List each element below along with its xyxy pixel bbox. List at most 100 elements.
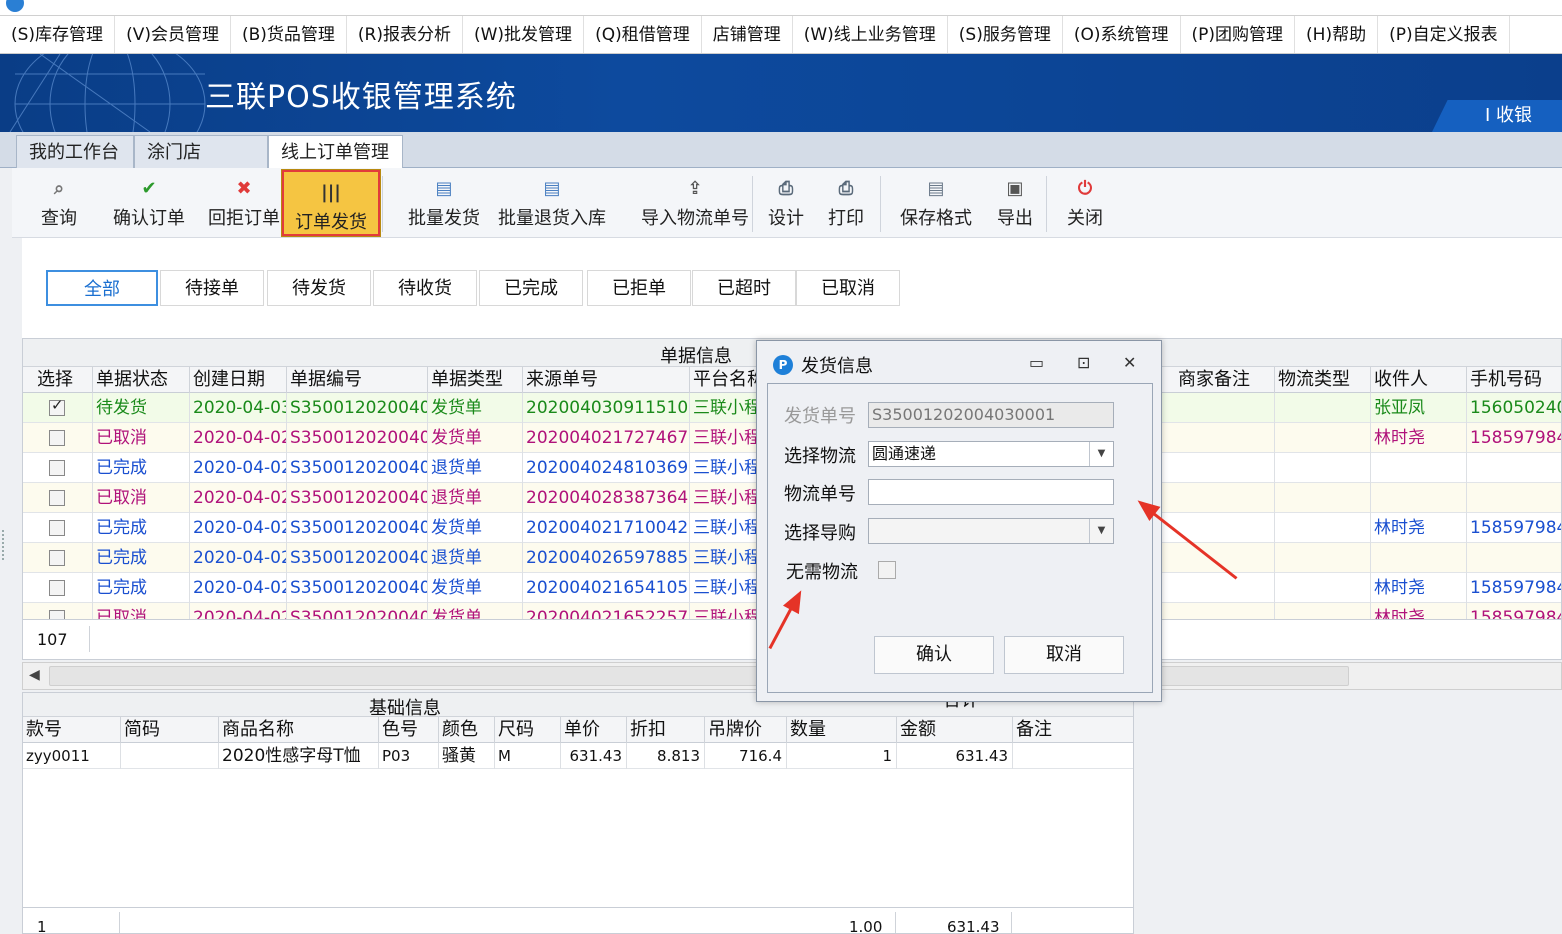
column-header[interactable]: 尺码 [495,717,561,743]
column-header[interactable]: 单据编号 [287,367,428,393]
scroll-left-icon[interactable]: ◀ [29,667,40,683]
save-format-button[interactable]: ▤ 保存格式 [890,168,982,238]
column-header[interactable]: 色号 [379,717,439,743]
row-checkbox[interactable] [49,490,65,506]
close-icon[interactable]: ✕ [1123,353,1136,372]
column-header[interactable]: 来源单号 [523,367,690,393]
ship-order-button[interactable]: ||| 订单发货 [281,169,381,237]
menu-item[interactable]: 店铺管理 [702,16,793,53]
confirm-button[interactable]: 确认 [874,636,994,674]
menu-item[interactable]: (Q)租借管理 [584,16,702,53]
batch-return-button[interactable]: ▤ 批量退货入库 [490,168,614,238]
filter-tab[interactable]: 已完成 [479,270,583,306]
design-button[interactable]: ⎙ 设计 [764,168,808,238]
menu-item[interactable]: (R)报表分析 [347,16,463,53]
tab-store[interactable]: 涂门店(35001) [134,135,268,196]
column-header[interactable]: 收件人 [1371,367,1467,393]
minimize-icon[interactable]: ▭ [1029,353,1044,372]
batch-ship-button[interactable]: ▤ 批量发货 [394,168,494,238]
menu-item[interactable]: (S)服务管理 [948,16,1063,53]
close-button[interactable]: ⏻ 关闭 [1060,168,1110,238]
tab-workbench[interactable]: 我的工作台 [16,135,134,168]
row-checkbox[interactable] [49,430,65,446]
tracking-input[interactable] [868,479,1114,505]
filter-tab[interactable]: 待接单 [160,270,264,306]
filter-tab[interactable]: 已拒单 [587,270,691,306]
logistics-select[interactable]: 圆通速递 ▼ [868,441,1114,467]
table-row[interactable]: zyy0011 2020性感字母T恤 P03 骚黄 M 631.43 8.813 716.4 1… [23,743,1133,769]
splitter-handle[interactable] [2,530,6,560]
column-header[interactable]: 单据类型 [428,367,523,393]
filter-tab[interactable]: 已超时 [692,270,796,306]
column-header[interactable]: 单据状态 [93,367,190,393]
table-cell: 631.43 [561,743,627,769]
import-tracking-button[interactable]: ⇪ 导入物流单号 [622,168,768,238]
status-filter-bar: 全部 待接单 待发货 待收货 已完成 已拒单 已超时 已取消 [22,238,1562,338]
chevron-down-icon[interactable]: ▼ [1089,519,1113,543]
filter-tab[interactable]: 待发货 [267,270,371,306]
column-header[interactable]: 平台名称 [690,367,760,393]
table-cell: 202004024810369411 [523,453,690,483]
table-cell: 202004021710042623 [523,513,690,543]
batch-ship-icon: ▤ [435,178,453,199]
table-cell [1275,393,1371,423]
column-header[interactable]: 折扣 [627,717,705,743]
cashier-button[interactable]: I 收银 [1432,100,1562,132]
filter-tab[interactable]: 待收货 [373,270,477,306]
column-header[interactable]: 金额 [897,717,1013,743]
chevron-down-icon[interactable]: ▼ [1089,442,1113,466]
column-header[interactable]: 吊牌价 [705,717,787,743]
no-logistics-checkbox[interactable] [878,561,896,579]
toolbar-separator [752,176,753,232]
table-cell: 2020性感字母T恤 [219,743,379,769]
table-cell: 631.43 [897,743,1013,769]
column-header[interactable]: 备注 [1013,717,1133,743]
column-header[interactable]: 款号 [23,717,121,743]
table-cell: 林时尧 [1371,513,1467,543]
table-cell: 三联小程序 [690,543,760,573]
menu-item[interactable]: (W)批发管理 [463,16,585,53]
table-cell: 2020-04-02 [190,453,287,483]
tab-online-orders[interactable]: 线上订单管理 [268,135,403,169]
menu-item[interactable]: (P)自定义报表 [1378,16,1510,53]
table-cell: 三联小程序 [690,393,760,423]
menu-item[interactable]: (H)帮助 [1295,16,1379,53]
cancel-button[interactable]: 取消 [1004,636,1124,674]
row-checkbox[interactable] [49,580,65,596]
table-cell: 林时尧 [1371,423,1467,453]
column-header[interactable]: 手机号码 [1467,367,1561,393]
row-checkbox[interactable] [49,396,65,416]
row-checkbox[interactable] [49,520,65,536]
menu-item[interactable]: (P)团购管理 [1181,16,1296,53]
column-header[interactable]: 创建日期 [190,367,287,393]
menu-item[interactable]: (W)线上业务管理 [793,16,948,53]
menu-item[interactable]: (S)库存管理 [0,16,116,53]
dialog-title: 发货信息 [801,356,873,377]
export-button[interactable]: ▣ 导出 [988,168,1042,238]
reject-order-button[interactable]: ✖ 回拒订单 [192,168,296,238]
menu-item[interactable]: (O)系统管理 [1063,16,1181,53]
column-header[interactable]: 物流类型 [1275,367,1371,393]
menu-item[interactable]: (V)会员管理 [115,16,231,53]
row-checkbox[interactable] [49,460,65,476]
maximize-icon[interactable]: ⊡ [1077,353,1090,372]
column-header[interactable]: 商品名称 [219,717,379,743]
table-cell: 三联小程序 [690,483,760,513]
toolbar-label: 关闭 [1067,208,1103,229]
print-button[interactable]: ⎙ 打印 [820,168,872,238]
toolbar-separator [382,176,383,232]
column-header[interactable]: 单价 [561,717,627,743]
guide-select[interactable]: ▼ [868,518,1114,544]
query-button[interactable]: ⌕ 查询 [34,168,84,238]
column-header[interactable]: 选择 [23,367,93,393]
column-header[interactable]: 商家备注 [1175,367,1275,393]
menu-item[interactable]: (B)货品管理 [231,16,347,53]
column-header[interactable]: 颜色 [439,717,495,743]
filter-tab[interactable]: 全部 [46,270,158,306]
column-header[interactable]: 简码 [121,717,219,743]
row-checkbox[interactable] [49,610,65,619]
column-header[interactable]: 数量 [787,717,897,743]
confirm-order-button[interactable]: ✔ 确认订单 [96,168,202,238]
filter-tab[interactable]: 已取消 [796,270,900,306]
row-checkbox[interactable] [49,550,65,566]
